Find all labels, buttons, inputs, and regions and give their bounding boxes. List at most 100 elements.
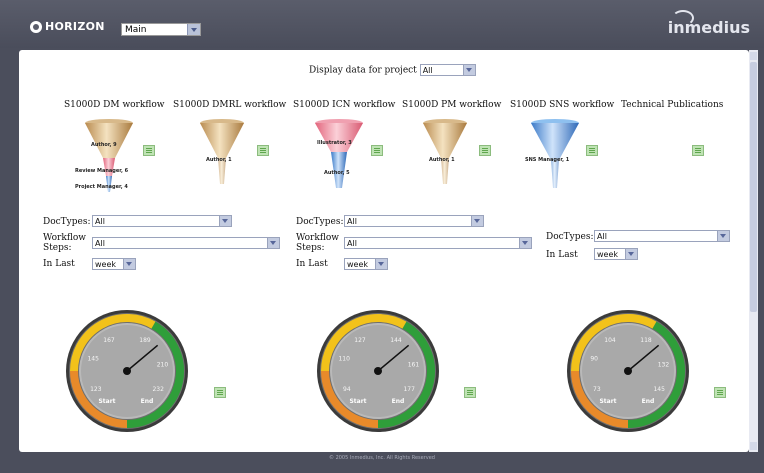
workflow-title-techpubs: Technical Publications [621, 100, 724, 110]
gauge-end-label: End [392, 398, 405, 405]
chart-details-icon[interactable] [257, 145, 269, 156]
chart-details-icon[interactable] [714, 387, 726, 398]
workflow-title-icn: S1000D ICN workflow [293, 100, 396, 110]
gauge-tick-label: 232 [152, 386, 164, 393]
funnel-chart-icn[interactable] [311, 118, 367, 192]
chart-details-icon[interactable] [143, 145, 155, 156]
workflow-title-dmrl: S1000D DMRL workflow [173, 100, 287, 110]
doctypes-select-value: All [347, 217, 357, 226]
chart-details-icon[interactable] [586, 145, 598, 156]
gauge-tick-label: 110 [338, 356, 350, 363]
gauge-tick-label: 73 [593, 386, 601, 393]
in-last-select-value: week [347, 260, 369, 269]
inmedius-brand-logo: inmedius [668, 10, 750, 37]
horizon-logo-icon [30, 20, 42, 33]
top-bar: HORIZON Main inmedius [0, 0, 764, 48]
horizon-logo: HORIZON [30, 20, 105, 33]
gauge-2[interactable]: 94 110 127 144 161 177 Start End [315, 308, 441, 434]
chevron-down-icon[interactable] [267, 238, 279, 248]
chevron-down-icon[interactable] [462, 65, 475, 75]
workflow-steps-select[interactable]: All [344, 237, 532, 249]
gauge-tick-label: 167 [103, 337, 115, 344]
funnel-label: Author, 1 [206, 157, 232, 163]
gauge-hub [123, 367, 131, 375]
gauge-tick-label: 161 [408, 362, 420, 369]
gauge-end-label: End [141, 398, 154, 405]
project-filter: Display data for project All [309, 64, 476, 76]
in-last-select-value: week [597, 250, 619, 259]
chevron-down-icon[interactable] [471, 216, 483, 226]
dashboard-panel: Display data for project All S1000D DM w… [19, 50, 749, 452]
project-select[interactable]: All [419, 64, 476, 76]
gauge-start-label: Start [98, 398, 115, 405]
in-last-label: In Last [296, 259, 328, 269]
doctypes-select-value: All [95, 217, 105, 226]
chart-details-icon[interactable] [214, 387, 226, 398]
gauge-hub [374, 367, 382, 375]
in-last-select[interactable]: week [92, 258, 136, 270]
doctypes-label: DocTypes: [43, 217, 91, 227]
gauge-tick-label: 189 [139, 337, 151, 344]
doctypes-label: DocTypes: [546, 232, 594, 242]
gauge-tick-label: 145 [87, 356, 99, 363]
gauge-tick-label: 104 [604, 337, 616, 344]
funnel-label: Author, 9 [91, 142, 117, 148]
gauge-tick-label: 210 [157, 362, 169, 369]
vertical-scrollbar[interactable] [749, 50, 758, 452]
funnel-chart-pm[interactable] [419, 118, 471, 188]
chevron-down-icon[interactable] [717, 231, 729, 241]
funnel-label: Review Manager, 6 [75, 168, 129, 174]
workflow-steps-label: Workflow Steps: [43, 233, 86, 253]
gauge-end-label: End [642, 398, 655, 405]
scroll-down-arrow[interactable] [750, 442, 757, 450]
gauge-tick-label: 127 [354, 337, 366, 344]
funnel-chart-dmrl[interactable] [196, 118, 248, 188]
gauge-start-label: Start [349, 398, 366, 405]
chevron-down-icon[interactable] [519, 238, 531, 248]
workflow-steps-select-value: All [95, 239, 105, 248]
in-last-label: In Last [546, 250, 578, 260]
gauge-tick-label: 90 [590, 356, 598, 363]
workflow-steps-label: Workflow Steps: [296, 233, 339, 253]
project-filter-label: Display data for project [309, 65, 417, 76]
chart-details-icon[interactable] [371, 145, 383, 156]
project-select-value: All [422, 66, 433, 75]
funnel-chart-sns[interactable] [527, 118, 583, 192]
gauge-body: 73 90 104 118 132 145 Start End [567, 310, 689, 432]
footer-copyright: © 2005 Inmedius, Inc. All Rights Reserve… [328, 455, 435, 461]
view-select-value: Main [125, 25, 147, 35]
gauge-tick-label: 132 [658, 362, 670, 369]
funnel-label: Project Manager, 4 [75, 184, 128, 190]
doctypes-select[interactable]: All [594, 230, 730, 242]
funnel-label: Illustrator, 3 [317, 140, 352, 146]
workflow-title-pm: S1000D PM workflow [402, 100, 502, 110]
gauge-3[interactable]: 73 90 104 118 132 145 Start End [565, 308, 691, 434]
funnel-label: SNS Manager, 1 [525, 157, 570, 163]
horizon-logo-text: HORIZON [45, 20, 105, 33]
gauge-1[interactable]: 123 145 167 189 210 232 Start End [64, 308, 190, 434]
scroll-up-arrow[interactable] [750, 52, 757, 60]
chart-details-icon[interactable] [692, 145, 704, 156]
chart-details-icon[interactable] [464, 387, 476, 398]
funnel-label: Author, 5 [324, 170, 350, 176]
gauge-tick-label: 144 [390, 337, 402, 344]
gauge-tick-label: 145 [653, 386, 665, 393]
gauge-tick-label: 94 [343, 386, 351, 393]
gauge-tick-label: 118 [640, 337, 652, 344]
chevron-down-icon[interactable] [187, 24, 200, 35]
chevron-down-icon[interactable] [123, 259, 135, 269]
workflow-steps-select[interactable]: All [92, 237, 280, 249]
chevron-down-icon[interactable] [625, 249, 637, 259]
gauge-tick-label: 177 [403, 386, 415, 393]
in-last-select-value: week [95, 260, 117, 269]
chart-details-icon[interactable] [479, 145, 491, 156]
chevron-down-icon[interactable] [375, 259, 387, 269]
gauge-tick-label: 123 [90, 386, 102, 393]
view-select[interactable]: Main [121, 23, 201, 36]
chevron-down-icon[interactable] [219, 216, 231, 226]
in-last-select[interactable]: week [594, 248, 638, 260]
doctypes-select[interactable]: All [344, 215, 484, 227]
in-last-select[interactable]: week [344, 258, 388, 270]
doctypes-select[interactable]: All [92, 215, 232, 227]
scrollbar-thumb[interactable] [750, 62, 757, 312]
